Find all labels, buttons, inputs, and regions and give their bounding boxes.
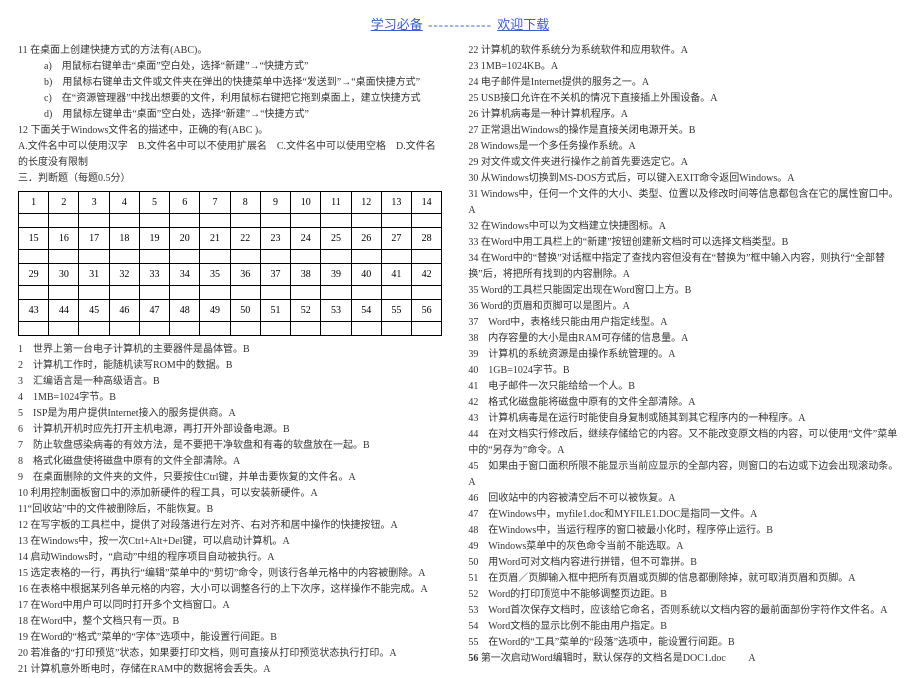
judge-item: 5 ISP是为用户提供Internet接入的服务提供商。A bbox=[18, 406, 442, 422]
table-row: 2930313233343536373839404142 bbox=[19, 264, 442, 286]
judge-item: 38 内存容量的大小是由RAM可存储的信息量。A bbox=[468, 331, 901, 347]
judge-item: 50 用Word可对文档内容进行拼错，但不可靠拼。B bbox=[468, 555, 901, 571]
header-right-text: 欢迎下载 bbox=[497, 17, 549, 32]
judgement-table: 1234567891011121314 15161718192021222324… bbox=[18, 191, 442, 336]
judge-item: 10 利用控制面板窗口中的添加新硬件的程工具，可以安装新硬件。A bbox=[18, 486, 442, 502]
judge-item: 19 在Word的“格式”菜单的“字体”选项中，能设置行间距。B bbox=[18, 630, 442, 646]
judge-item: 12 在写字板的工具栏中，提供了对段落进行左对齐、右对齐和居中操作的快捷按钮。A bbox=[18, 518, 442, 534]
judge-item: 33 在Word中用工具栏上的“新建”按钮创建新文档时可以选择文档类型。B bbox=[468, 235, 901, 251]
judge-item: 40 1GB=1024字节。B bbox=[468, 363, 901, 379]
judge-item: 8 格式化磁盘使将磁盘中原有的文件全部清除。A bbox=[18, 454, 442, 470]
table-row bbox=[19, 214, 442, 228]
judge-item: 13 在Windows中，按一次Ctrl+Alt+Del键，可以启动计算机。A bbox=[18, 534, 442, 550]
section-3-title: 三．判断题（每题0.5分） bbox=[18, 171, 442, 187]
judge-item: 7 防止软盘感染病毒的有效方法，是不要把干净软盘和有毒的软盘放在一起。B bbox=[18, 438, 442, 454]
judge-item: 20 若准备的“打印预览”状态，如果要打印文档，则可直接从打印预览状态执行打印。… bbox=[18, 646, 442, 662]
left-column: 11 在桌面上创建快捷方式的方法有(ABC)。 a) 用鼠标右键单击“桌面”空白… bbox=[18, 43, 442, 678]
header-left-text: 学习必备 bbox=[371, 17, 423, 32]
judge-item: 45 如果由于窗口面积所限不能显示当前应显示的全部内容，则窗口的右边或下边会出现… bbox=[468, 459, 901, 491]
main-content: 11 在桌面上创建快捷方式的方法有(ABC)。 a) 用鼠标右键单击“桌面”空白… bbox=[0, 43, 920, 678]
q11-c: c) 在“资源管理器”中找出想要的文件，利用鼠标右键把它拖到桌面上，建立快捷方式 bbox=[18, 91, 442, 107]
judge-item: 30 从Windows切换到MS-DOS方式后，可以键入EXIT命令返回Wind… bbox=[468, 171, 901, 187]
judge-item: 21 计算机意外断电时，存储在RAM中的数据将会丢失。A bbox=[18, 662, 442, 678]
judge-item: 9 在桌面删除的文件夹的文件，只要按住Ctrl键，并单击要恢复的文件名。A bbox=[18, 470, 442, 486]
judge-item: 34 在Word中的“替换”对话框中指定了查找内容但没有在“替换为”框中输入内容… bbox=[468, 251, 901, 283]
judge-item: 54 Word文档的显示比例不能由用户指定。B bbox=[468, 619, 901, 635]
judge-item: 3 汇编语言是一种高级语言。B bbox=[18, 374, 442, 390]
judge-item: 37 Word中，表格线只能由用户指定线型。A bbox=[468, 315, 901, 331]
q11: 11 在桌面上创建快捷方式的方法有(ABC)。 bbox=[18, 43, 442, 59]
judge-item: 27 正常退出Windows的操作是直接关闭电源开关。B bbox=[468, 123, 901, 139]
judge-item: 55 在Word的“工具”菜单的“段落”选项中，能设置行间距。B bbox=[468, 635, 901, 651]
judge-item: 28 Windows是一个多任务操作系统。A bbox=[468, 139, 901, 155]
judge-item: 15 选定表格的一行，再执行“编辑”菜单中的“剪切”命令，则该行各单元格中的内容… bbox=[18, 566, 442, 582]
judge-item: 6 计算机开机时应先打开主机电源，再打开外部设备电源。B bbox=[18, 422, 442, 438]
judge-item: 29 对文件或文件夹进行操作之前首先要选定它。A bbox=[468, 155, 901, 171]
judge-item: 48 在Windows中，当运行程序的窗口被最小化时，程序停止运行。B bbox=[468, 523, 901, 539]
judge-item: 32 在Windows中可以为文档建立快捷图标。A bbox=[468, 219, 901, 235]
judge-item: 2 计算机工作时，能随机读写ROM中的数据。B bbox=[18, 358, 442, 374]
judge-item: 23 1MB=1024KB。A bbox=[468, 59, 901, 75]
item-56-number: 56 bbox=[468, 653, 478, 664]
judge-item: 49 Windows菜单中的灰色命令当前不能选取。A bbox=[468, 539, 901, 555]
q11-a: a) 用鼠标右键单击“桌面”空白处，选择“新建”→“快捷方式” bbox=[18, 59, 442, 75]
judge-item: 43 计算机病毒是在运行时能使自身复制或随其到其它程序内的一种程序。A bbox=[468, 411, 901, 427]
judge-item: 4 1MB=1024字节。B bbox=[18, 390, 442, 406]
judge-item: 51 在页眉／页脚输入框中把所有页眉或页脚的信息都删除掉，就可取消页眉和页脚。A bbox=[468, 571, 901, 587]
table-row: 4344454647484950515253545556 bbox=[19, 300, 442, 322]
q11-d: d) 用鼠标左键单击“桌面”空白处，选择“新建”→“快捷方式” bbox=[18, 107, 442, 123]
item-56-text: 第一次启动Word编辑时，默认保存的文档名是DOC1.doc A bbox=[478, 653, 755, 664]
judge-item: 22 计算机的软件系统分为系统软件和应用软件。A bbox=[468, 43, 901, 59]
page-header: 学习必备 ------------ 欢迎下载 bbox=[0, 0, 920, 43]
judge-item: 52 Word的打印顶览中不能够调整页边距。B bbox=[468, 587, 901, 603]
judge-item: 11“回收站”中的文件被删除后，不能恢复。B bbox=[18, 502, 442, 518]
q12: 12 下面关于Windows文件名的描述中，正确的有(ABC )。 bbox=[18, 123, 442, 139]
judge-item: 41 电子邮件一次只能给给一个人。B bbox=[468, 379, 901, 395]
right-column: 22 计算机的软件系统分为系统软件和应用软件。A 23 1MB=1024KB。A… bbox=[468, 43, 901, 678]
q11-b: b) 用鼠标右键单击文件或文件夹在弹出的快捷菜单中选择“发送到”→“桌面快捷方式… bbox=[18, 75, 442, 91]
judge-item: 25 USB接口允许在不关机的情况下直接插上外围设备。A bbox=[468, 91, 901, 107]
q12-options: A.文件名中可以使用汉字 B.文件名中可以不使用扩展名 C.文件名中可以使用空格… bbox=[18, 139, 442, 171]
judge-item: 53 Word首次保存文档时，应该给它命名，否则系统以文档内容的最前面部份字符作… bbox=[468, 603, 901, 619]
judge-item: 44 在对文档实行修改后，继续存储给它的内容。又不能改变原文档的内容，可以使用“… bbox=[468, 427, 901, 459]
judge-item: 31 Windows中，任何一个文件的大小、类型、位置以及修改时间等信息都包含在… bbox=[468, 187, 901, 219]
table-row bbox=[19, 322, 442, 336]
table-row bbox=[19, 286, 442, 300]
judge-item: 42 格式化磁盘能将磁盘中原有的文件全部清除。A bbox=[468, 395, 901, 411]
judge-item-56: 56 第一次启动Word编辑时，默认保存的文档名是DOC1.doc A bbox=[468, 651, 901, 667]
judge-item: 16 在表格中根据某列各单元格的内容，大小可以调整各行的上下次序，这样操作不能完… bbox=[18, 582, 442, 598]
judge-item: 14 启动Windows时，“启动”中组的程序项目自动被执行。A bbox=[18, 550, 442, 566]
judge-item: 39 计算机的系统资源是由操作系统管理的。A bbox=[468, 347, 901, 363]
judge-item: 1 世界上第一台电子计算机的主要器件是晶体管。B bbox=[18, 342, 442, 358]
judge-item: 35 Word的工具栏只能固定出现在Word窗口上方。B bbox=[468, 283, 901, 299]
judge-item: 46 回收站中的内容被清空后不可以被恢复。A bbox=[468, 491, 901, 507]
table-row: 1516171819202122232425262728 bbox=[19, 228, 442, 250]
judge-item: 24 电子邮件是Internet提供的服务之一。A bbox=[468, 75, 901, 91]
table-row bbox=[19, 250, 442, 264]
header-divider: ------------ bbox=[428, 17, 492, 32]
judge-item: 18 在Word中，整个文档只有一页。B bbox=[18, 614, 442, 630]
judge-item: 36 Word的页眉和页脚可以是图片。A bbox=[468, 299, 901, 315]
judge-item: 47 在Windows中，myfile1.doc和MYFILE1.DOC是指同一… bbox=[468, 507, 901, 523]
judge-item: 17 在Word中用户可以同时打开多个文档窗口。A bbox=[18, 598, 442, 614]
judge-item: 26 计算机病毒是一种计算机程序。A bbox=[468, 107, 901, 123]
table-row: 1234567891011121314 bbox=[19, 192, 442, 214]
